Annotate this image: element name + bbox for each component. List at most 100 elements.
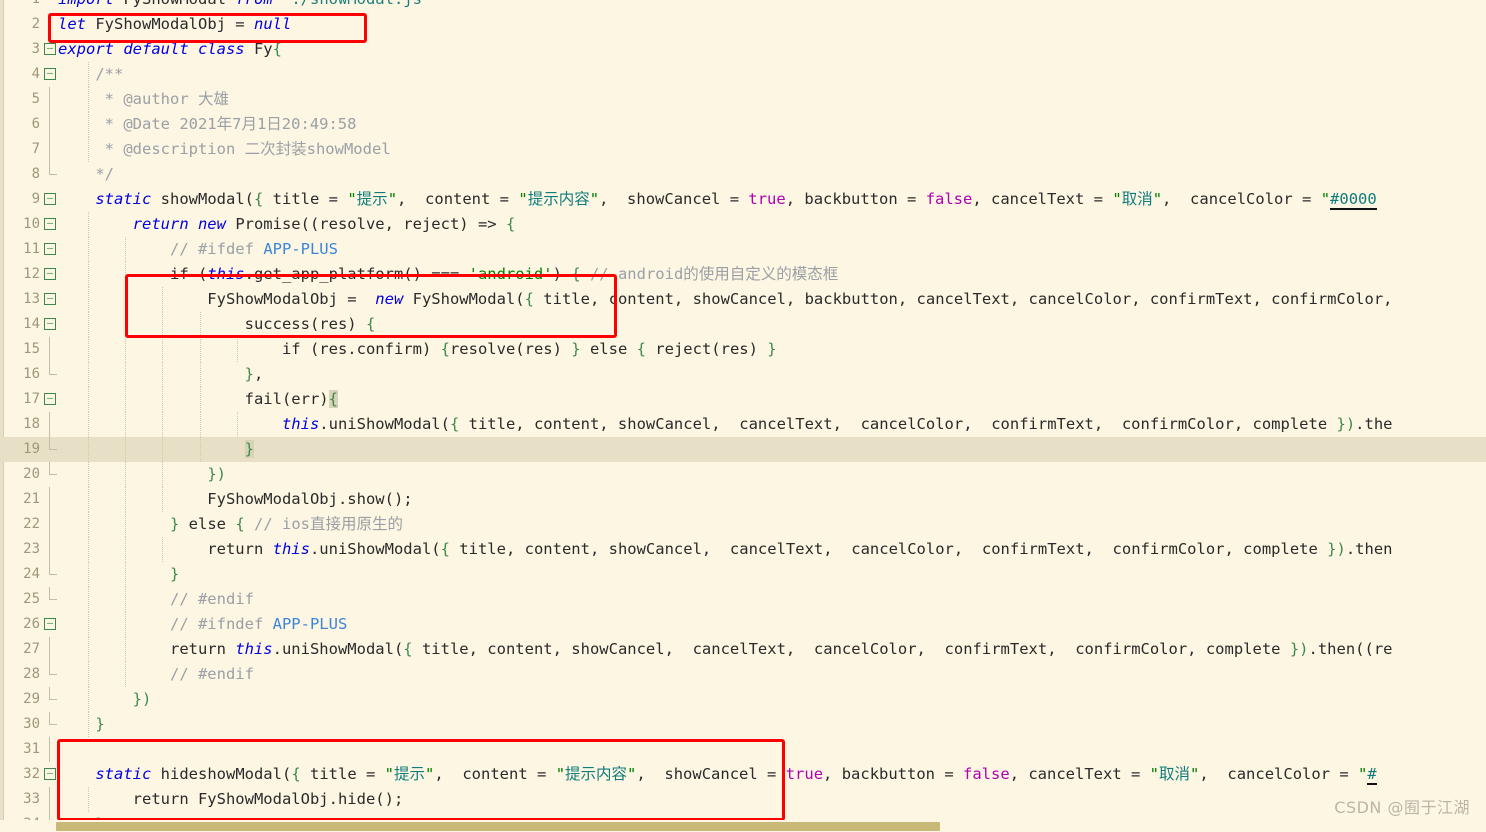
line-content[interactable]: })	[58, 687, 151, 712]
line-number: 33	[0, 787, 40, 812]
horizontal-scrollbar-thumb[interactable]	[56, 822, 940, 831]
code-line[interactable]: 23 return this.uniShowModal({ title, con…	[0, 537, 1486, 562]
code-line[interactable]: 16 },	[0, 362, 1486, 387]
fold-toggle-icon[interactable]: –	[44, 618, 56, 630]
code-line[interactable]: 17 – fail(err){	[0, 387, 1486, 412]
line-content[interactable]: // #ifndef APP-PLUS	[58, 612, 347, 637]
code-area[interactable]: 1 import FyShowModal from "./showModal.j…	[0, 0, 1486, 820]
fold-region-end	[49, 562, 57, 575]
code-line[interactable]: 18 this.uniShowModal({ title, content, s…	[0, 412, 1486, 437]
code-line[interactable]: 29 })	[0, 687, 1486, 712]
code-line[interactable]: 32 – static hideshowModal({ title = "提示"…	[0, 762, 1486, 787]
code-line[interactable]: 26 – // #ifndef APP-PLUS	[0, 612, 1486, 637]
line-content[interactable]: */	[58, 162, 114, 187]
line-number: 24	[0, 562, 40, 587]
line-content[interactable]: // #endif	[58, 662, 254, 687]
code-line[interactable]: 4 – /**	[0, 62, 1486, 87]
line-content[interactable]: * @description 二次封装showModel	[58, 137, 391, 162]
line-content[interactable]: export default class Fy{	[58, 37, 282, 62]
code-line[interactable]: 21 FyShowModalObj.show();	[0, 487, 1486, 512]
fold-toggle-icon[interactable]: –	[44, 243, 56, 255]
fold-region-line	[49, 512, 50, 537]
line-number: 27	[0, 637, 40, 662]
line-content[interactable]: } else { // ios直接用原生的	[58, 512, 403, 537]
line-content[interactable]: fail(err){	[58, 387, 338, 412]
code-line[interactable]: 28 // #endif	[0, 662, 1486, 687]
code-line[interactable]: 15 if (res.confirm) {resolve(res) } else…	[0, 337, 1486, 362]
line-content[interactable]: },	[58, 362, 263, 387]
line-number: 23	[0, 537, 40, 562]
line-content[interactable]: FyShowModalObj.show();	[58, 487, 413, 512]
fold-region-line	[49, 487, 50, 512]
line-number: 2	[0, 12, 40, 37]
code-line[interactable]: 8 */	[0, 162, 1486, 187]
code-line[interactable]: 22 } else { // ios直接用原生的	[0, 512, 1486, 537]
fold-region-line	[49, 112, 50, 137]
fold-region-line	[49, 637, 50, 662]
code-editor[interactable]: 1 import FyShowModal from "./showModal.j…	[0, 0, 1486, 832]
code-line[interactable]: 33 return FyShowModalObj.hide();	[0, 787, 1486, 812]
line-content[interactable]: import FyShowModal from "./showModal.js"	[58, 0, 431, 12]
code-line[interactable]: 25 // #endif	[0, 587, 1486, 612]
fold-region-line	[49, 137, 50, 162]
fold-region-end	[49, 462, 57, 475]
line-content[interactable]: * @author 大雄	[58, 87, 229, 112]
code-line[interactable]: 10 – return new Promise((resolve, reject…	[0, 212, 1486, 237]
line-content[interactable]: })	[58, 462, 226, 487]
line-content[interactable]: let FyShowModalObj = null	[58, 12, 291, 37]
fold-region-end	[49, 687, 57, 700]
fold-toggle-icon[interactable]: –	[44, 318, 56, 330]
fold-toggle-icon[interactable]: –	[44, 293, 56, 305]
line-number: 8	[0, 162, 40, 187]
line-content[interactable]: return this.uniShowModal({ title, conten…	[58, 637, 1393, 662]
line-content[interactable]: /**	[58, 62, 123, 87]
line-content[interactable]: static hideshowModal({ title = "提示", con…	[58, 762, 1377, 787]
line-content[interactable]: this.uniShowModal({ title, content, show…	[58, 412, 1393, 437]
code-line[interactable]: 14 – success(res) {	[0, 312, 1486, 337]
horizontal-scrollbar-track[interactable]	[0, 820, 1486, 832]
code-line[interactable]: 6 * @Date 2021年7月1日20:49:58	[0, 112, 1486, 137]
line-content[interactable]: // #ifdef APP-PLUS	[58, 237, 338, 262]
line-content[interactable]: success(res) {	[58, 312, 375, 337]
line-content[interactable]: return FyShowModalObj.hide();	[58, 787, 403, 812]
line-content[interactable]: }	[58, 437, 254, 462]
code-line[interactable]: 7 * @description 二次封装showModel	[0, 137, 1486, 162]
fold-region-end	[49, 712, 57, 725]
line-content[interactable]: static showModal({ title = "提示", content…	[58, 187, 1377, 212]
code-line[interactable]: 13 – FyShowModalObj = new FyShowModal({ …	[0, 287, 1486, 312]
fold-toggle-icon[interactable]: –	[44, 268, 56, 280]
fold-toggle-icon[interactable]: –	[44, 768, 56, 780]
line-content[interactable]: FyShowModalObj = new FyShowModal({ title…	[58, 287, 1392, 312]
fold-toggle-icon[interactable]: –	[44, 193, 56, 205]
code-line[interactable]: 1 import FyShowModal from "./showModal.j…	[0, 0, 1486, 12]
code-line[interactable]: 3 – export default class Fy{	[0, 37, 1486, 62]
line-content[interactable]: // #endif	[58, 587, 254, 612]
line-number: 21	[0, 487, 40, 512]
fold-toggle-icon[interactable]: –	[44, 68, 56, 80]
code-line[interactable]: 11 – // #ifdef APP-PLUS	[0, 237, 1486, 262]
code-line[interactable]: 24 }	[0, 562, 1486, 587]
line-content[interactable]: return this.uniShowModal({ title, conten…	[58, 537, 1393, 562]
code-line[interactable]: 12 – if (this.get_app_platform() === 'an…	[0, 262, 1486, 287]
line-content[interactable]: return new Promise((resolve, reject) => …	[58, 212, 515, 237]
fold-toggle-icon[interactable]: –	[44, 393, 56, 405]
fold-region-end	[49, 437, 57, 450]
code-line[interactable]: 27 return this.uniShowModal({ title, con…	[0, 637, 1486, 662]
fold-region-line	[49, 537, 50, 562]
line-number: 15	[0, 337, 40, 362]
line-content[interactable]: }	[58, 712, 105, 737]
code-line-current[interactable]: 19 }	[0, 437, 1486, 462]
fold-toggle-icon[interactable]: –	[44, 218, 56, 230]
line-content[interactable]: if (this.get_app_platform() === 'android…	[58, 262, 838, 287]
fold-toggle-icon[interactable]: –	[44, 43, 56, 55]
line-content[interactable]: if (res.confirm) {resolve(res) } else { …	[58, 337, 777, 362]
code-line[interactable]: 20 })	[0, 462, 1486, 487]
code-line[interactable]: 9 – static showModal({ title = "提示", con…	[0, 187, 1486, 212]
code-line[interactable]: 5 * @author 大雄	[0, 87, 1486, 112]
code-line[interactable]: 30 }	[0, 712, 1486, 737]
line-number: 16	[0, 362, 40, 387]
line-content[interactable]: }	[58, 562, 179, 587]
code-line[interactable]: 31	[0, 737, 1486, 762]
line-content[interactable]: * @Date 2021年7月1日20:49:58	[58, 112, 356, 137]
code-line[interactable]: 2 let FyShowModalObj = null	[0, 12, 1486, 37]
